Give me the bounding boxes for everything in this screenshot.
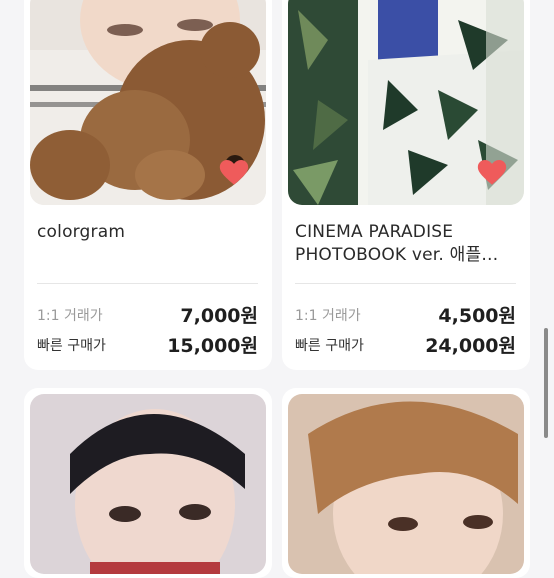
- divider: [295, 283, 516, 284]
- quick-buy-label: 빠른 구매가: [37, 338, 106, 354]
- title-line: PHOTOBOOK ver. 애플…: [295, 245, 499, 265]
- quick-buy-value: 15,000원: [167, 335, 258, 357]
- product-title[interactable]: CINEMA PARADISE PHOTOBOOK ver. 애플…: [295, 221, 510, 267]
- product-title[interactable]: colorgram: [37, 221, 252, 244]
- title-line: colorgram: [37, 222, 126, 242]
- quick-buy-value: 24,000원: [425, 335, 516, 357]
- product-card[interactable]: CINEMA PARADISE PHOTOBOOK ver. 애플… 1:1 거…: [282, 0, 530, 370]
- scrollbar[interactable]: [544, 328, 548, 438]
- product-card[interactable]: [24, 388, 272, 578]
- title-line: CINEMA PARADISE: [295, 222, 454, 242]
- price-label: 1:1 거래가: [37, 308, 103, 324]
- price-value: 7,000원: [180, 305, 258, 327]
- product-photo-image: [30, 394, 266, 574]
- product-card[interactable]: colorgram 1:1 거래가 7,000원 빠른 구매가 15,000원: [24, 0, 272, 370]
- product-grid: colorgram 1:1 거래가 7,000원 빠른 구매가 15,000원: [0, 0, 554, 578]
- quick-buy-row: 빠른 구매가 15,000원: [37, 331, 258, 357]
- product-photo[interactable]: [288, 394, 524, 574]
- heart-icon[interactable]: [475, 155, 509, 189]
- price-row: 1:1 거래가 7,000원: [37, 301, 258, 327]
- price-row: 1:1 거래가 4,500원: [295, 301, 516, 327]
- price-value: 4,500원: [438, 305, 516, 327]
- product-photo[interactable]: [30, 394, 266, 574]
- quick-buy-row: 빠른 구매가 24,000원: [295, 331, 516, 357]
- product-card[interactable]: [282, 388, 530, 578]
- product-photo-image: [288, 394, 524, 574]
- price-label: 1:1 거래가: [295, 308, 361, 324]
- divider: [37, 283, 258, 284]
- heart-icon[interactable]: [217, 155, 251, 189]
- quick-buy-label: 빠른 구매가: [295, 338, 364, 354]
